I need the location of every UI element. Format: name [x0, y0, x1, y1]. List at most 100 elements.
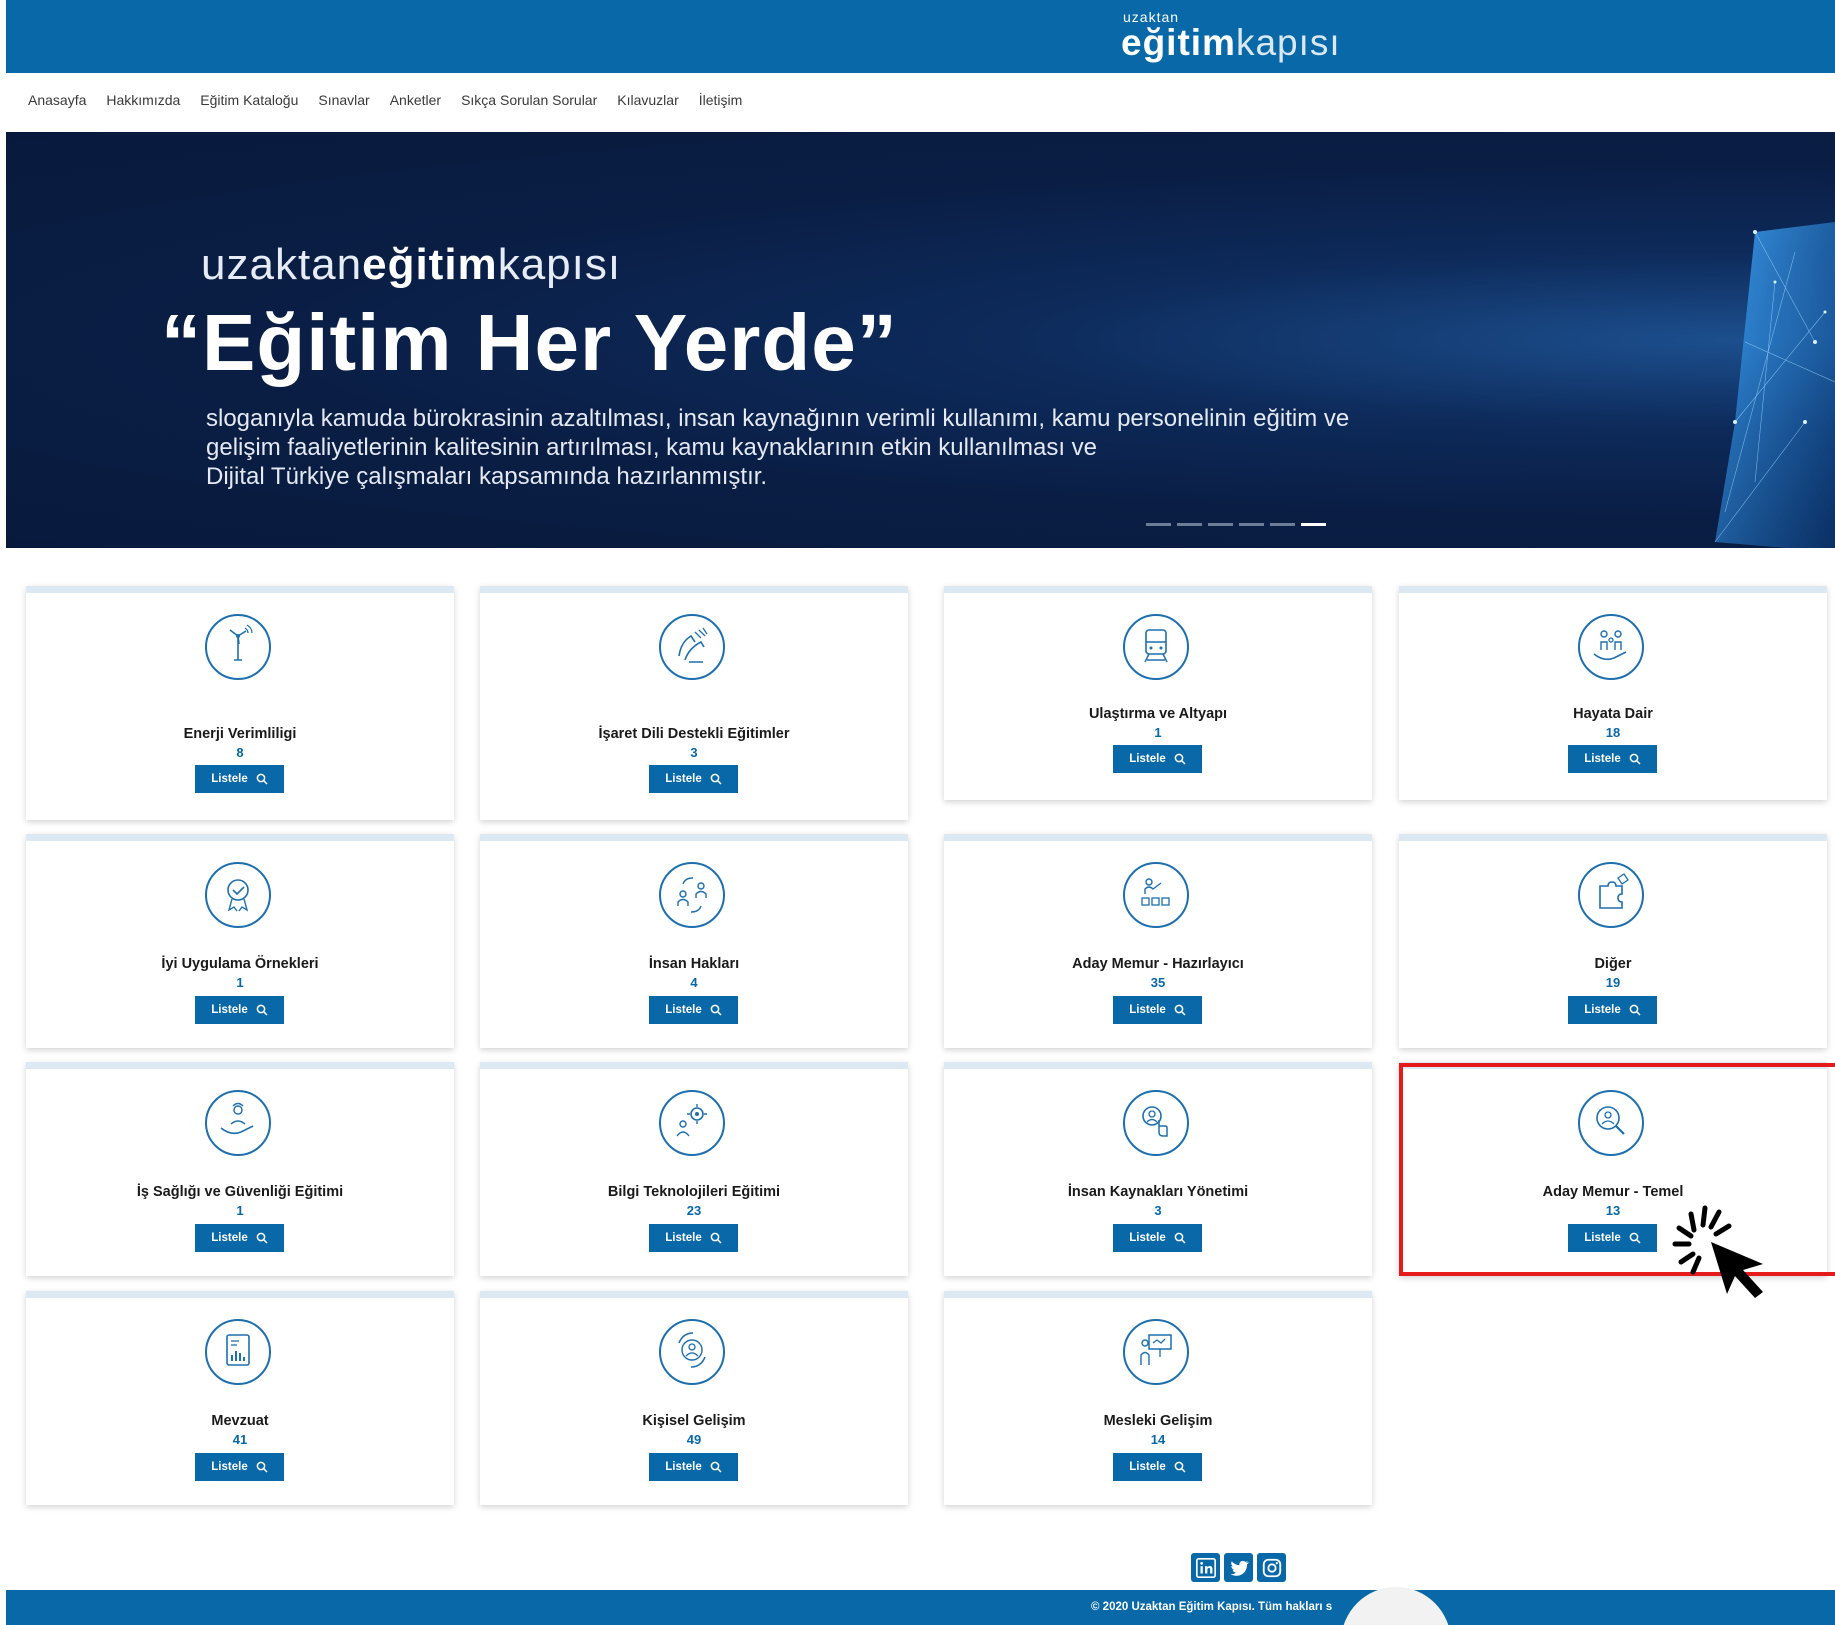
search-icon — [710, 1004, 722, 1016]
listele-label: Listele — [665, 1232, 702, 1244]
network-graphic-icon — [1714, 222, 1835, 548]
search-icon — [1629, 753, 1641, 765]
category-title: Ulaştırma ve Altyapı — [1088, 706, 1228, 722]
category-count: 23 — [686, 1203, 702, 1218]
person-cycle-icon — [659, 1319, 725, 1385]
search-icon — [256, 1461, 268, 1473]
search-icon — [1174, 753, 1186, 765]
category-title: İşaret Dili Destekli Eğitimler — [598, 726, 790, 742]
category-title: İyi Uygulama Örnekleri — [161, 956, 319, 972]
category-title: Diğer — [1594, 956, 1632, 972]
listele-button[interactable]: Listele — [1113, 996, 1202, 1024]
category-title: Aday Memur - Hazırlayıcı — [1072, 956, 1244, 972]
slider-dots — [1146, 523, 1326, 526]
category-count: 19 — [1605, 975, 1621, 990]
nav-item-iletisim[interactable]: İletişim — [699, 92, 743, 112]
category-card: Hayata Dair 18 Listele — [1399, 586, 1827, 800]
slider-dot[interactable] — [1177, 523, 1202, 526]
listele-button[interactable]: Listele — [195, 1453, 284, 1481]
logo-light-text: kapısı — [1235, 22, 1341, 63]
listele-label: Listele — [1129, 1232, 1166, 1244]
category-card: Mevzuat 41 Listele — [26, 1291, 454, 1505]
slider-dot[interactable] — [1208, 523, 1233, 526]
category-card: Enerji Verimliligi 8 Listele — [26, 586, 454, 820]
listele-label: Listele — [1584, 1004, 1621, 1016]
listele-label: Listele — [1129, 1004, 1166, 1016]
linkedin-icon[interactable] — [1191, 1553, 1220, 1582]
category-card: Kişisel Gelişim 49 Listele — [480, 1291, 908, 1505]
slider-dot[interactable] — [1146, 523, 1171, 526]
nav-item-egitim-katalogu[interactable]: Eğitim Kataloğu — [200, 92, 298, 112]
category-title: İnsan Hakları — [648, 956, 740, 972]
banner-brand-bold: eğitim — [362, 240, 498, 289]
chat-bubble[interactable] — [1341, 1587, 1451, 1625]
slider-dot[interactable] — [1270, 523, 1295, 526]
category-title: Mevzuat — [211, 1413, 269, 1429]
search-icon — [256, 1004, 268, 1016]
listele-button[interactable]: Listele — [649, 1224, 738, 1252]
slider-dot-active[interactable] — [1301, 523, 1326, 526]
category-card: İyi Uygulama Örnekleri 1 Listele — [26, 834, 454, 1048]
category-count: 14 — [1150, 1432, 1166, 1447]
logo-bold-text: eğitim — [1121, 22, 1236, 63]
category-count: 4 — [690, 975, 698, 990]
listele-label: Listele — [1129, 753, 1166, 765]
instagram-icon[interactable] — [1257, 1553, 1286, 1582]
nav-item-sss[interactable]: Sıkça Sorulan Sorular — [461, 92, 597, 112]
nav-item-anketler[interactable]: Anketler — [390, 92, 441, 112]
category-count: 3 — [1154, 1203, 1162, 1218]
search-icon — [710, 773, 722, 785]
search-icon — [256, 773, 268, 785]
train-icon — [1123, 614, 1189, 680]
listele-button[interactable]: Listele — [1113, 1224, 1202, 1252]
listele-label: Listele — [211, 1461, 248, 1473]
category-count: 18 — [1605, 725, 1621, 740]
nav-item-anasayfa[interactable]: Anasayfa — [28, 92, 86, 112]
category-title: Bilgi Teknolojileri Eğitimi — [607, 1184, 781, 1200]
copyright-text: © 2020 Uzaktan Eğitim Kapısı. Tüm haklar… — [1091, 1601, 1333, 1613]
document-chart-icon — [205, 1319, 271, 1385]
category-count: 49 — [686, 1432, 702, 1447]
category-count: 35 — [1150, 975, 1166, 990]
listele-button[interactable]: Listele — [649, 996, 738, 1024]
category-count: 1 — [1154, 725, 1162, 740]
category-card: Ulaştırma ve Altyapı 1 Listele — [944, 586, 1372, 800]
listele-button[interactable]: Listele — [1113, 1453, 1202, 1481]
category-title: Mesleki Gelişim — [1103, 1413, 1213, 1429]
category-card: Aday Memur - Hazırlayıcı 35 Listele — [944, 834, 1372, 1048]
presentation-checkboxes-icon — [1123, 862, 1189, 928]
category-title: Kişisel Gelişim — [642, 1413, 746, 1429]
category-card: İnsan Hakları 4 Listele — [480, 834, 908, 1048]
category-card: İşaret Dili Destekli Eğitimler 3 Listele — [480, 586, 908, 820]
listele-button[interactable]: Listele — [1113, 745, 1202, 773]
search-icon — [710, 1461, 722, 1473]
search-icon — [256, 1232, 268, 1244]
nav-item-hakkimizda[interactable]: Hakkımızda — [106, 92, 180, 112]
listele-button[interactable]: Listele — [195, 765, 284, 793]
sign-language-hands-icon — [659, 614, 725, 680]
listele-button[interactable]: Listele — [649, 1453, 738, 1481]
listele-button[interactable]: Listele — [649, 765, 738, 793]
listele-button[interactable]: Listele — [1568, 745, 1657, 773]
listele-button[interactable]: Listele — [1568, 996, 1657, 1024]
site-logo[interactable]: uzaktan eğitimkapısı — [1121, 10, 1341, 62]
slider-dot[interactable] — [1239, 523, 1264, 526]
nav-item-sinavlar[interactable]: Sınavlar — [318, 92, 369, 112]
hand-select-person-icon — [1123, 1090, 1189, 1156]
category-title: Hayata Dair — [1573, 706, 1653, 722]
footer: © 2020 Uzaktan Eğitim Kapısı. Tüm haklar… — [6, 1587, 1835, 1625]
hero-banner: uzaktaneğitimkapısı “Eğitim Her Yerde” s… — [6, 132, 1835, 548]
listele-button[interactable]: Listele — [195, 1224, 284, 1252]
social-links — [1191, 1553, 1286, 1582]
nav-item-kilavuzlar[interactable]: Kılavuzlar — [617, 92, 678, 112]
banner-brand-light-1: uzaktan — [201, 240, 363, 289]
banner-desc-line: Dijital Türkiye çalışmaları kapsamında h… — [206, 463, 768, 490]
listele-button[interactable]: Listele — [195, 996, 284, 1024]
top-bar: uzaktan eğitimkapısı — [6, 0, 1835, 73]
banner-brand-light-2: kapısı — [497, 240, 622, 289]
worker-in-hand-icon — [205, 1090, 271, 1156]
twitter-icon[interactable] — [1224, 1553, 1253, 1582]
search-icon — [1174, 1232, 1186, 1244]
banner-slogan: “Eğitim Her Yerde” — [161, 298, 898, 387]
category-title: İş Sağlığı ve Güvenliği Eğitimi — [136, 1184, 344, 1200]
